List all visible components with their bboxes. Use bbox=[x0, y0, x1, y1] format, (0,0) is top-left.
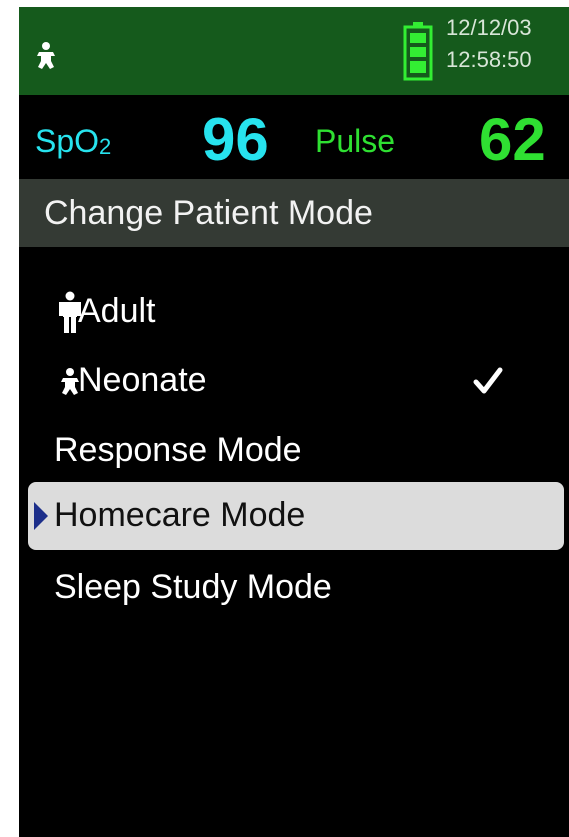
menu-item-homecare-mode[interactable]: Homecare Mode bbox=[28, 482, 564, 550]
menu-title: Change Patient Mode bbox=[44, 194, 373, 232]
neonate-icon bbox=[37, 42, 55, 69]
menu-item-response-mode[interactable]: Response Mode bbox=[28, 417, 564, 483]
battery-full-icon bbox=[403, 22, 433, 81]
menu-item-label: Homecare Mode bbox=[54, 496, 306, 534]
vitals-row: SpO2 96 Pulse 62 bbox=[19, 95, 569, 183]
menu-item-adult[interactable]: Adult bbox=[28, 278, 564, 344]
check-icon bbox=[473, 367, 503, 394]
pulse-label: Pulse bbox=[315, 123, 396, 159]
menu-item-label: Adult bbox=[78, 292, 156, 330]
triangle-right-icon bbox=[34, 502, 48, 530]
menu-item-neonate[interactable]: Neonate bbox=[28, 347, 564, 413]
date-display: 12/12/03 bbox=[446, 15, 532, 40]
status-bar: 12/12/03 12:58:50 bbox=[19, 7, 569, 95]
monitor-screen: 12/12/03 12:58:50 SpO2 96 Pulse 62 Chang… bbox=[19, 7, 569, 837]
menu-item-label: Neonate bbox=[78, 361, 207, 399]
menu-item-sleep-study-mode[interactable]: Sleep Study Mode bbox=[28, 554, 564, 620]
time-display: 12:58:50 bbox=[446, 47, 532, 72]
menu-item-label: Response Mode bbox=[54, 431, 302, 469]
menu-item-label: Sleep Study Mode bbox=[54, 568, 332, 606]
pulse-value: 62 bbox=[479, 106, 546, 173]
menu-header: Change Patient Mode bbox=[19, 179, 569, 247]
spo2-label: SpO2 bbox=[35, 123, 112, 159]
spo2-value: 96 bbox=[202, 106, 269, 173]
